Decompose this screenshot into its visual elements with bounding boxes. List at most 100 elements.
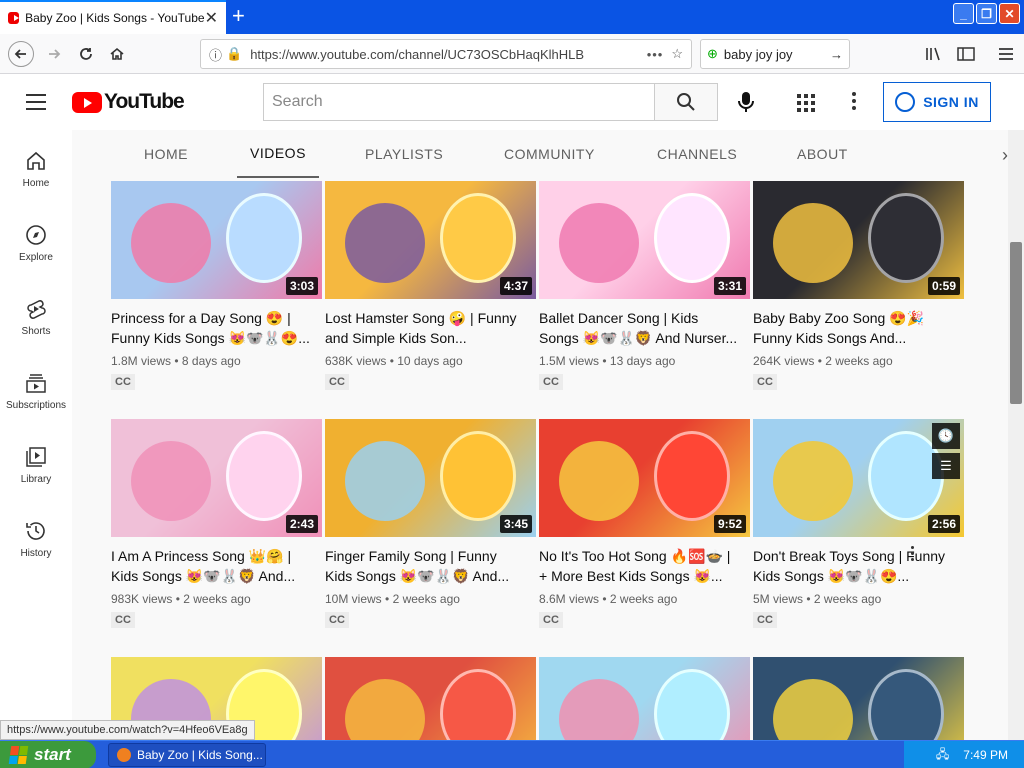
upload-age: 2 weeks ago [392, 592, 460, 606]
video-title[interactable]: Finger Family Song | Funny Kids Songs 😻🐨… [325, 546, 525, 586]
maximize-button[interactable]: ❐ [976, 3, 997, 24]
video-thumbnail[interactable]: 0:59 [753, 181, 964, 299]
sign-in-button[interactable]: SIGN IN [883, 82, 991, 122]
guide-menu-icon[interactable] [26, 94, 46, 110]
video-title[interactable]: Ballet Dancer Song | Kids Songs 😻🐨🐰🦁 And… [539, 308, 739, 348]
video-card[interactable]: 3:31 Ballet Dancer Song | Kids Songs 😻🐨🐰🦁… [539, 181, 750, 390]
close-window-button[interactable]: ✕ [999, 3, 1020, 24]
tab-about[interactable]: ABOUT [797, 130, 848, 178]
video-thumbnail[interactable]: 2:43 [111, 419, 322, 537]
page-scrollbar[interactable] [1008, 130, 1024, 740]
video-title[interactable]: Lost Hamster Song 🤪 | Funny and Simple K… [325, 308, 525, 348]
video-title[interactable]: I Am A Princess Song 👑🤗 | Kids Songs 😻🐨🐰… [111, 546, 311, 586]
video-thumbnail[interactable]: 9:52 [539, 419, 750, 537]
video-card[interactable] [539, 657, 750, 740]
tab-community[interactable]: COMMUNITY [504, 130, 595, 178]
video-more-icon[interactable] [911, 546, 915, 564]
video-card[interactable]: 2:43 I Am A Princess Song 👑🤗 | Kids Songs… [111, 419, 322, 628]
sidebar-item-library[interactable]: Library [0, 426, 72, 500]
back-button[interactable] [8, 41, 34, 67]
video-card[interactable]: 9:52 No It's Too Hot Song 🔥🆘🍲 | + More Be… [539, 419, 750, 628]
video-metadata: 5M views • 2 weeks ago [753, 592, 964, 606]
video-card[interactable] [753, 657, 964, 740]
tab-home[interactable]: HOME [144, 130, 188, 178]
video-thumbnail[interactable]: 4:37 [325, 181, 536, 299]
search-button[interactable] [654, 83, 718, 121]
browser-titlebar: Baby Zoo | Kids Songs - YouTube ✕ + _ ❐ … [0, 0, 1024, 34]
lock-icon[interactable]: 🔒 [226, 46, 242, 62]
video-card[interactable]: 4:37 Lost Hamster Song 🤪 | Funny and Simp… [325, 181, 536, 390]
sidebar-item-home[interactable]: Home [0, 130, 72, 204]
sidebar-item-subscriptions[interactable]: Subscriptions [0, 352, 72, 426]
scrollbar-thumb[interactable] [1010, 242, 1022, 404]
thumbnail-character [559, 441, 639, 521]
bookmark-star-icon[interactable]: ☆ [671, 46, 683, 62]
add-to-queue-icon[interactable]: ☰ [932, 453, 960, 479]
forward-button[interactable] [42, 42, 66, 66]
video-thumbnail[interactable]: 3:03 [111, 181, 322, 299]
tab-playlists[interactable]: PLAYLISTS [365, 130, 443, 178]
thumbnail-character [345, 679, 425, 740]
tab-channels[interactable]: CHANNELS [657, 130, 737, 178]
microphone-icon[interactable] [736, 90, 756, 114]
library-toolbar-icon[interactable] [922, 42, 946, 66]
menu-icon[interactable] [994, 42, 1018, 66]
clock: 7:49 PM [963, 748, 1008, 762]
video-thumbnail[interactable] [325, 657, 536, 740]
thumbnail-character [654, 669, 730, 740]
search-input[interactable]: Search [263, 83, 655, 121]
video-thumbnail[interactable]: 3:45 [325, 419, 536, 537]
taskbar-item-firefox[interactable]: Baby Zoo | Kids Song... [108, 743, 266, 767]
start-button[interactable]: start [0, 741, 96, 768]
video-card[interactable]: 0:59 Baby Baby Zoo Song 😍🎉 Funny Kids Son… [753, 181, 964, 390]
sidebar-item-history[interactable]: History [0, 500, 72, 574]
minimize-button[interactable]: _ [953, 3, 974, 24]
thumbnail-character [440, 431, 516, 521]
tab-videos[interactable]: VIDEOS [237, 130, 319, 178]
browser-search-value[interactable]: baby joy joy [724, 47, 830, 62]
sidebar-item-label: Home [22, 178, 50, 189]
sidebar-item-explore[interactable]: Explore [0, 204, 72, 278]
tab-close-icon[interactable]: ✕ [205, 8, 218, 28]
apps-grid-icon[interactable] [797, 94, 815, 112]
sidebar-item-shorts[interactable]: Shorts [0, 278, 72, 352]
library-icon [26, 447, 46, 467]
video-title[interactable]: Don't Break Toys Song | Funny Kids Songs… [753, 546, 953, 586]
thumbnail-character [345, 203, 425, 283]
home-button[interactable] [105, 42, 129, 66]
youtube-header: YouTube Search SIGN IN [0, 74, 1024, 130]
url-text[interactable]: https://www.youtube.com/channel/UC73OSCb… [250, 47, 638, 62]
sidebar-toggle-icon[interactable] [954, 42, 978, 66]
search-go-icon[interactable]: → [830, 47, 843, 62]
browser-search-bar[interactable]: ⊕ baby joy joy → [700, 39, 850, 69]
thumbnail-character [226, 193, 302, 283]
video-card[interactable] [325, 657, 536, 740]
video-thumbnail[interactable] [753, 657, 964, 740]
settings-more-icon[interactable] [852, 92, 856, 113]
new-tab-button[interactable]: + [232, 5, 245, 27]
meta-separator: • [386, 354, 398, 368]
thumbnail-character [559, 679, 639, 740]
youtube-logo[interactable]: YouTube [72, 90, 185, 114]
subscriptions-icon [26, 374, 46, 393]
video-card[interactable]: 3:45 Finger Family Song | Funny Kids Song… [325, 419, 536, 628]
network-icon[interactable]: 🖧 [936, 745, 949, 766]
meta-separator: • [381, 592, 393, 606]
watch-later-icon[interactable]: 🕓 [932, 423, 960, 449]
browser-tab[interactable]: Baby Zoo | Kids Songs - YouTube ✕ [0, 0, 226, 34]
video-card[interactable]: 2:56 🕓 ☰ Don't Break Toys Song | Funny Kids… [753, 419, 964, 628]
page-actions-icon[interactable]: ••• [647, 47, 664, 62]
channel-tabs: HOME VIDEOS PLAYLISTS COMMUNITY CHANNELS… [72, 130, 1008, 178]
video-card[interactable]: 3:03 Princess for a Day Song 😍 | Funny Ki… [111, 181, 322, 390]
video-thumbnail[interactable]: 2:56 🕓 ☰ [753, 419, 964, 537]
start-label: start [34, 745, 71, 764]
video-title[interactable]: No It's Too Hot Song 🔥🆘🍲 | + More Best K… [539, 546, 739, 586]
video-thumbnail[interactable] [539, 657, 750, 740]
video-title[interactable]: Princess for a Day Song 😍 | Funny Kids S… [111, 308, 311, 348]
reload-button[interactable] [74, 42, 98, 66]
thumbnail-character [868, 193, 944, 283]
video-title[interactable]: Baby Baby Zoo Song 😍🎉 Funny Kids Songs A… [753, 308, 953, 348]
video-thumbnail[interactable]: 3:31 [539, 181, 750, 299]
info-icon[interactable]: ⓘ [209, 45, 222, 64]
url-bar[interactable]: ⓘ 🔒 https://www.youtube.com/channel/UC73… [200, 39, 692, 69]
